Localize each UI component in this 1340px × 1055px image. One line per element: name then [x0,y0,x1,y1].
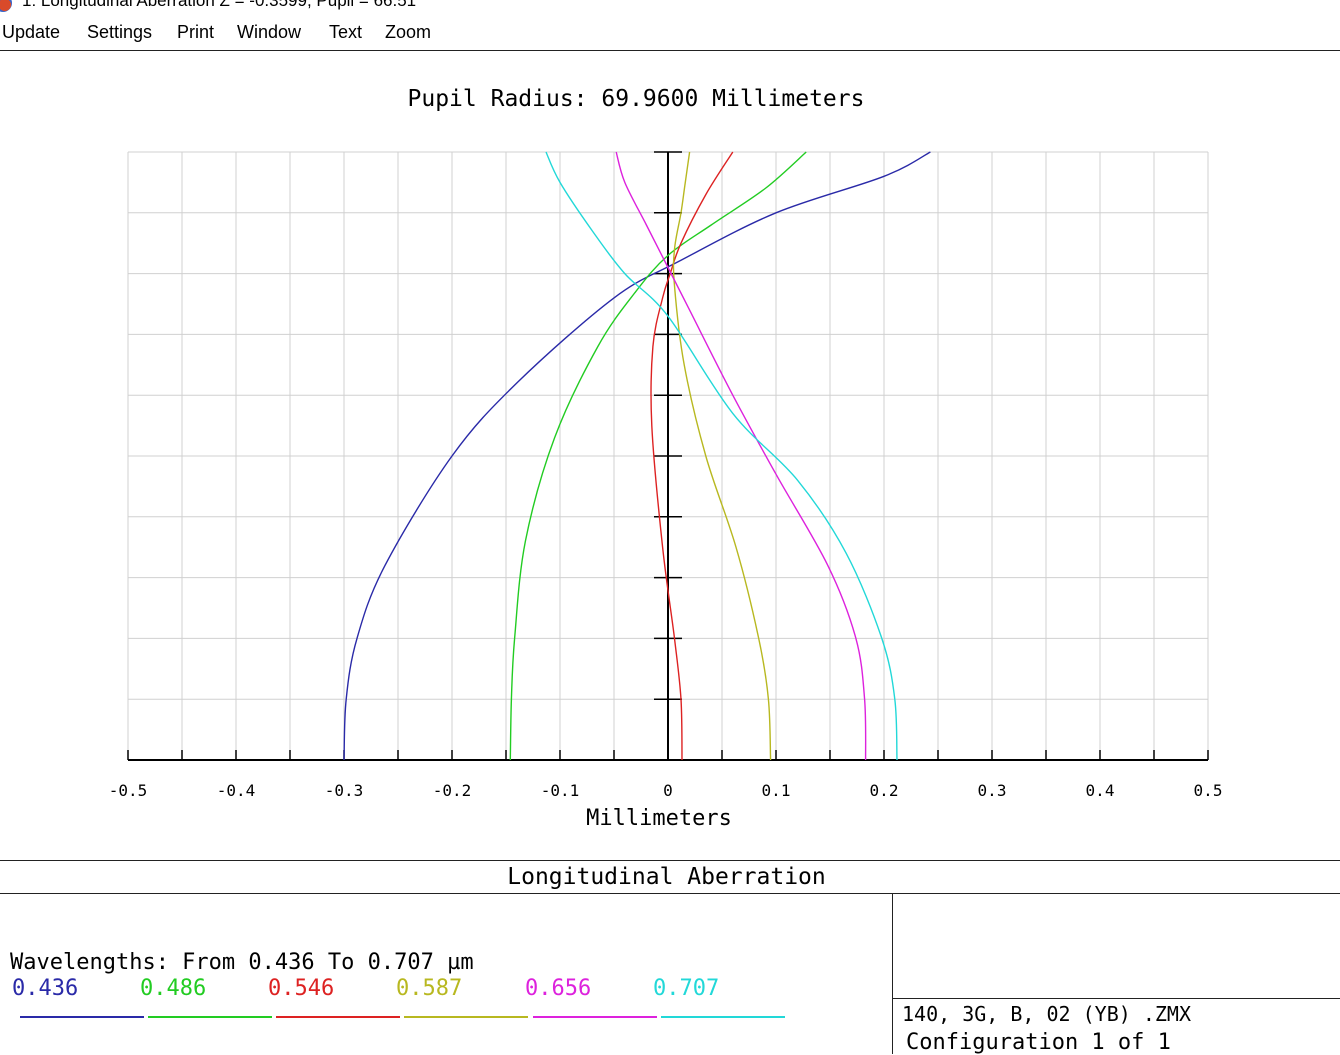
legend-label: 0.436 [12,976,79,1001]
configuration-label: Configuration 1 of 1 [906,1030,1171,1055]
legend-swatch [661,1016,785,1018]
x-tick-label: 0.5 [1194,781,1223,800]
menu-update[interactable]: Update [2,22,60,43]
title-bar: 1: Longitudinal Aberration Z = -0.3599, … [0,0,1340,14]
app-icon [0,0,12,12]
legend-swatch [533,1016,657,1018]
legend-label: 0.656 [525,976,592,1001]
x-tick-label: 0.2 [870,781,899,800]
legend-swatch [20,1016,144,1018]
menu-zoom[interactable]: Zoom [385,22,431,43]
menu-bar: Update Settings Print Window Text Zoom [0,18,1340,51]
divider [0,860,1340,861]
aberration-chart: -0.5 -0.4 -0.3 -0.2 -0.1 0 0.1 0.2 0.3 0.4 0.5 [109,151,1223,800]
legend-swatch [404,1016,528,1018]
legend-label: 0.707 [653,976,720,1001]
x-axis-label: Millimeters [586,806,732,831]
legend-swatch [148,1016,272,1018]
window-title: 1: Longitudinal Aberration Z = -0.3599, … [22,0,417,10]
menu-print[interactable]: Print [177,22,214,43]
menu-window[interactable]: Window [237,22,301,43]
plot-name: Longitudinal Aberration [507,864,826,890]
legend-label: 0.546 [268,976,335,1001]
wavelength-range-label: Wavelengths: From 0.436 To 0.707 µm [10,950,474,975]
legend-swatch [276,1016,400,1018]
menu-text[interactable]: Text [329,22,362,43]
legend-label: 0.587 [396,976,463,1001]
divider [892,894,893,1054]
divider [0,893,1340,894]
x-tick-label: -0.4 [217,781,256,800]
x-tick-label: 0 [663,781,673,800]
x-tick-label: 0.1 [762,781,791,800]
menu-settings[interactable]: Settings [87,22,152,43]
x-tick-label: -0.3 [325,781,364,800]
x-tick-label: 0.4 [1086,781,1115,800]
x-tick-label: -0.5 [109,781,148,800]
x-tick-label: -0.2 [433,781,472,800]
divider [892,998,1340,999]
file-name: 140, 3G, B, 02 (YB) .ZMX [902,1002,1191,1026]
x-tick-label: 0.3 [978,781,1007,800]
legend-label: 0.486 [140,976,207,1001]
x-tick-label: -0.1 [541,781,580,800]
